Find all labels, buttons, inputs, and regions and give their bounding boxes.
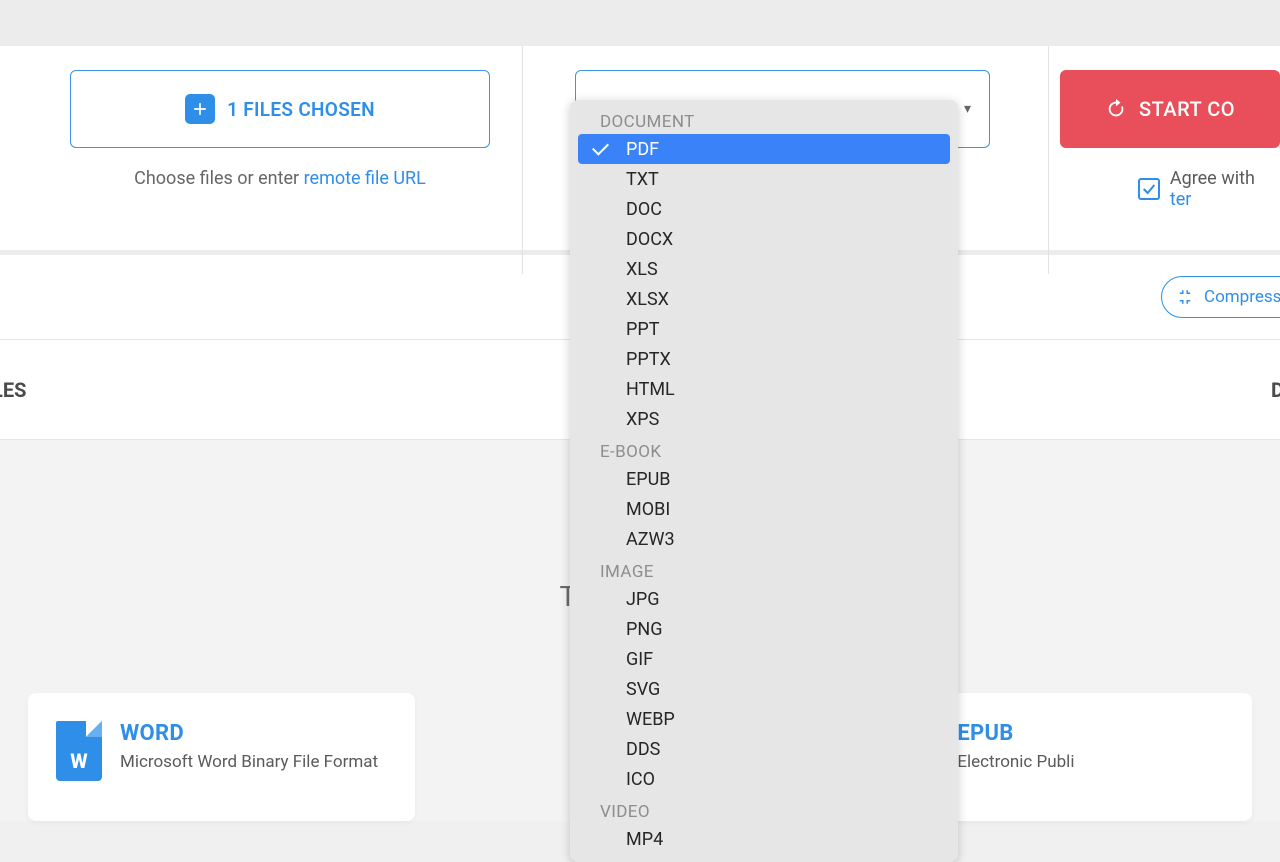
format-card-desc: Electronic Publi bbox=[957, 752, 1074, 772]
dropdown-option[interactable]: ICO bbox=[578, 764, 950, 794]
dropdown-option[interactable]: AZW3 bbox=[578, 524, 950, 554]
remote-url-link[interactable]: remote file URL bbox=[304, 168, 426, 189]
agree-checkbox[interactable] bbox=[1138, 178, 1160, 200]
dropdown-group-header: E-BOOK bbox=[578, 434, 950, 464]
dropdown-option[interactable]: XLS bbox=[578, 254, 950, 284]
plus-icon bbox=[185, 94, 215, 124]
chevron-down-icon: ▾ bbox=[964, 101, 971, 117]
dropdown-option[interactable]: MOBI bbox=[578, 494, 950, 524]
dropdown-option[interactable]: TXT bbox=[578, 164, 950, 194]
dropdown-option[interactable]: SVG bbox=[578, 674, 950, 704]
doc-glyph-icon: W bbox=[56, 721, 102, 781]
dropdown-option[interactable]: PDF bbox=[578, 134, 950, 164]
compress-all-button[interactable]: Compress al bbox=[1161, 276, 1280, 318]
col-header-right: D bbox=[1271, 378, 1280, 402]
file-choose-label: 1 FILES CHOSEN bbox=[227, 98, 375, 121]
format-dropdown-panel[interactable]: DOCUMENTPDFTXTDOCDOCXXLSXLSXPPTPPTXHTMLX… bbox=[570, 100, 958, 862]
dropdown-option[interactable]: PPTX bbox=[578, 344, 950, 374]
refresh-icon bbox=[1105, 98, 1127, 120]
compress-icon bbox=[1176, 288, 1194, 306]
terms-link[interactable]: ter bbox=[1170, 189, 1192, 210]
dropdown-option[interactable]: EPUB bbox=[578, 464, 950, 494]
agree-label: Agree with ter bbox=[1170, 168, 1280, 210]
upload-subtext: Choose files or enter remote file URL bbox=[70, 168, 490, 189]
dropdown-option[interactable]: JPG bbox=[578, 584, 950, 614]
dropdown-option[interactable]: XPS bbox=[578, 404, 950, 434]
dropdown-option[interactable]: XLSX bbox=[578, 284, 950, 314]
format-card-title: EPUB bbox=[957, 721, 1074, 746]
start-button-label: START CO bbox=[1139, 97, 1235, 121]
format-card-title: WORD bbox=[120, 721, 378, 746]
dropdown-option[interactable]: HTML bbox=[578, 374, 950, 404]
dropdown-group-header: DOCUMENT bbox=[578, 104, 950, 134]
compress-label: Compress al bbox=[1204, 287, 1280, 307]
dropdown-option[interactable]: PPT bbox=[578, 314, 950, 344]
start-conversion-button[interactable]: START CO bbox=[1060, 70, 1280, 148]
file-choose-button[interactable]: 1 FILES CHOSEN bbox=[70, 70, 490, 148]
dropdown-group-header: VIDEO bbox=[578, 794, 950, 824]
dropdown-group-header: IMAGE bbox=[578, 554, 950, 584]
dropdown-option[interactable]: GIF bbox=[578, 644, 950, 674]
dropdown-option[interactable]: MP4 bbox=[578, 824, 950, 854]
dropdown-option[interactable]: DOC bbox=[578, 194, 950, 224]
col-header-left: LES bbox=[0, 378, 26, 402]
dropdown-option[interactable]: DOCX bbox=[578, 224, 950, 254]
dropdown-option[interactable]: WEBP bbox=[578, 704, 950, 734]
format-card-desc: Microsoft Word Binary File Format bbox=[120, 752, 378, 772]
format-card[interactable]: W WORD Microsoft Word Binary File Format bbox=[28, 693, 415, 821]
dropdown-option[interactable]: PNG bbox=[578, 614, 950, 644]
dropdown-option[interactable]: DDS bbox=[578, 734, 950, 764]
